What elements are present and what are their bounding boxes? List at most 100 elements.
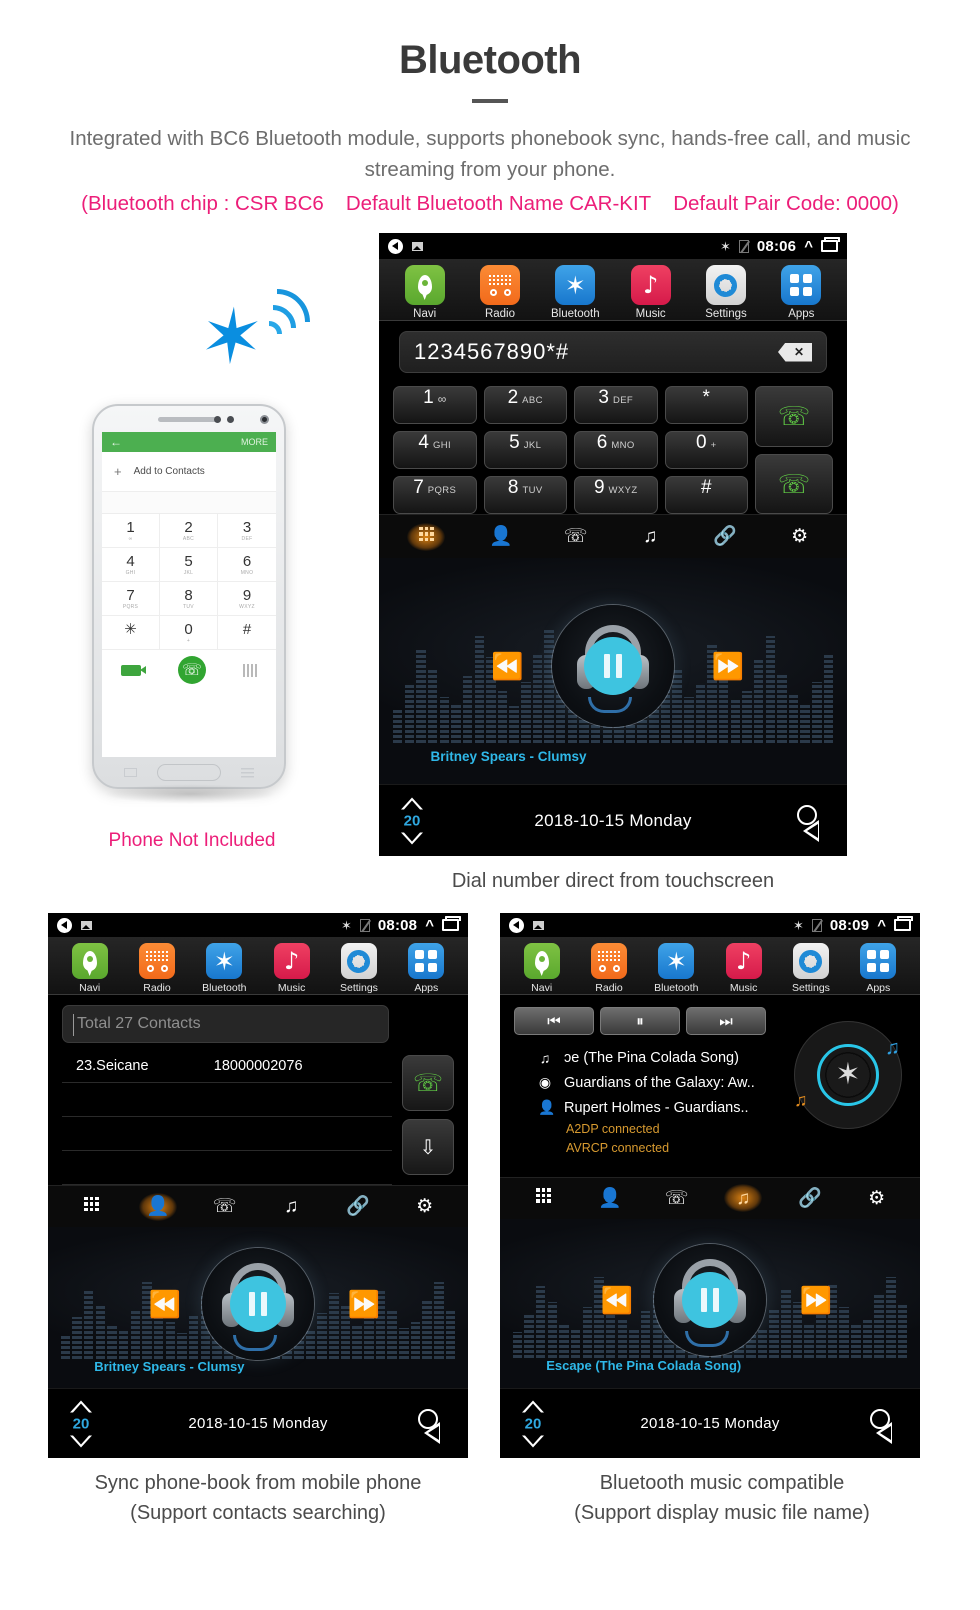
app-bluetooth[interactable]: ✶ Bluetooth [545, 265, 605, 320]
tab-bluetooth-music[interactable]: ♫ [631, 523, 669, 551]
next-button[interactable]: ⏭ [686, 1007, 766, 1035]
previous-track-button[interactable]: ⏪ [149, 1291, 181, 1317]
tab-call-history[interactable]: ☏ [206, 1193, 244, 1221]
back-icon[interactable] [424, 1422, 440, 1444]
phone-key-✳[interactable]: ✳ [102, 616, 160, 650]
play-pause-button[interactable] [682, 1271, 738, 1328]
play-pause-button[interactable] [584, 637, 642, 696]
tab-keypad[interactable] [72, 1193, 110, 1221]
app-bluetooth[interactable]: ✶ Bluetooth [646, 943, 706, 994]
tab-pair-link[interactable]: 🔗 [339, 1193, 377, 1221]
play-pause-button[interactable] [230, 1276, 286, 1333]
chevron-up-icon[interactable]: ^ [804, 239, 813, 254]
app-settings[interactable]: Settings [696, 265, 756, 320]
phone-key-2[interactable]: 2 ABC [160, 514, 218, 548]
app-navi[interactable]: Navi [395, 265, 455, 320]
tab-contacts[interactable]: 👤 [482, 523, 520, 551]
recent-apps-icon[interactable] [442, 916, 461, 931]
app-icon-row[interactable]: Navi Radio ✶ Bluetooth ♪ Music Settings Apps [379, 265, 847, 320]
tab-pair-link[interactable]: 🔗 [791, 1184, 829, 1212]
tab-call-history[interactable]: ☏ [658, 1184, 696, 1212]
app-radio[interactable]: Radio [579, 943, 639, 994]
app-navi[interactable]: Navi [512, 943, 572, 994]
phone-back-key[interactable] [241, 768, 254, 778]
phone-key-7[interactable]: 7 PQRS [102, 582, 160, 616]
tab-pair-link[interactable]: 🔗 [706, 523, 744, 551]
bt-tab-strip[interactable]: 👤 ☏ ♫ 🔗 ⚙ [48, 1185, 468, 1227]
table-row[interactable]: 23.Seicane 18000002076 [62, 1049, 392, 1083]
volume-down-icon[interactable] [401, 832, 423, 844]
dial-keypad[interactable]: 1 ∞ 2 ABC 3 DEF * 4 GHI 5 JKL 6 MNO 0 +7 PQRS 8 TUV 9 WXYZ # [393, 386, 748, 514]
phone-key-0[interactable]: 0 + [160, 616, 218, 650]
key-8[interactable]: 8 TUV [483, 476, 567, 514]
tab-keypad[interactable] [407, 522, 446, 551]
tab-settings[interactable]: ⚙ [781, 523, 819, 551]
backspace-icon[interactable]: ✕ [778, 342, 812, 362]
key-#[interactable]: # [664, 476, 748, 514]
contacts-list[interactable]: 23.Seicane 18000002076... [48, 1043, 406, 1185]
phone-key-5[interactable]: 5 JKL [160, 548, 218, 582]
back-icon[interactable] [876, 1422, 892, 1444]
keyboard-icon[interactable] [243, 663, 258, 677]
key-6[interactable]: 6 MNO [574, 431, 658, 469]
app-navi[interactable]: Navi [60, 943, 120, 994]
video-call-icon[interactable] [120, 664, 146, 676]
app-settings[interactable]: Settings [329, 943, 389, 994]
app-apps[interactable]: Apps [771, 265, 831, 320]
tab-contacts[interactable]: 👤 [591, 1184, 629, 1212]
app-apps[interactable]: Apps [396, 943, 456, 994]
app-icon-row[interactable]: Navi Radio ✶ Bluetooth ♪ Music Settings Apps [48, 943, 468, 994]
phone-key-6[interactable]: 6 MNO [218, 548, 276, 582]
key-*[interactable]: * [664, 386, 748, 424]
tab-bluetooth-music[interactable]: ♫ [272, 1193, 310, 1221]
tab-call-history[interactable]: ☏ [557, 523, 595, 551]
call-button[interactable]: ☏ [402, 1055, 454, 1111]
phone-key-4[interactable]: 4 GHI [102, 548, 160, 582]
chevron-up-icon[interactable]: ^ [877, 918, 886, 933]
key-1[interactable]: 1 ∞ [393, 386, 477, 424]
phone-home-button[interactable] [157, 764, 221, 781]
phone-key-3[interactable]: 3 DEF [218, 514, 276, 548]
app-bluetooth[interactable]: ✶ Bluetooth [194, 943, 254, 994]
app-icon-row[interactable]: Navi Radio ✶ Bluetooth ♪ Music Settings Apps [500, 943, 920, 994]
phone-recents-key[interactable] [124, 768, 137, 777]
app-radio[interactable]: Radio [127, 943, 187, 994]
volume-up-icon[interactable] [401, 797, 423, 809]
key-3[interactable]: 3 DEF [574, 386, 658, 424]
tab-contacts[interactable]: 👤 [138, 1192, 177, 1221]
bt-tab-strip[interactable]: 👤 ☏ ♫ 🔗 ⚙ [500, 1176, 920, 1219]
search-input[interactable]: Total 27 Contacts [62, 1005, 389, 1043]
bt-tab-strip[interactable]: 👤 ☏ ♫ 🔗 ⚙ [379, 514, 847, 558]
chevron-up-icon[interactable]: ^ [425, 918, 434, 933]
call-button[interactable]: ☏ [755, 386, 833, 447]
phone-add-to-contacts-row[interactable]: + Add to Contacts [102, 452, 276, 492]
recent-apps-icon[interactable] [894, 916, 913, 931]
next-track-button[interactable]: ⏩ [347, 1291, 379, 1317]
key-7[interactable]: 7 PQRS [393, 476, 477, 514]
volume-up-icon[interactable] [70, 1400, 92, 1412]
phone-key-8[interactable]: 8 TUV [160, 582, 218, 616]
previous-button[interactable]: ⏮ [514, 1007, 594, 1035]
app-music[interactable]: ♪ Music [621, 265, 681, 320]
phone-more-button[interactable]: MORE [241, 437, 268, 447]
tab-bluetooth-music[interactable]: ♫ [724, 1184, 763, 1212]
volume-down-icon[interactable] [70, 1435, 92, 1447]
tab-settings[interactable]: ⚙ [406, 1193, 444, 1221]
key-9[interactable]: 9 WXYZ [574, 476, 658, 514]
next-track-button[interactable]: ⏩ [712, 653, 744, 679]
key-4[interactable]: 4 GHI [393, 431, 477, 469]
download-contacts-button[interactable]: ⇩ [402, 1119, 454, 1175]
phone-keypad[interactable]: 1 ∞ 2 ABC 3 DEF 4 GHI 5 JKL 6 MNO 7 PQRS 8 TUV 9 WXYZ ✳ 0 +… [102, 514, 276, 650]
phone-key-#[interactable]: # [218, 616, 276, 650]
pause-button[interactable]: ⏸ [600, 1007, 680, 1035]
volume-down-icon[interactable] [522, 1435, 544, 1447]
app-music[interactable]: ♪ Music [714, 943, 774, 994]
volume-up-icon[interactable] [522, 1400, 544, 1412]
app-music[interactable]: ♪ Music [262, 943, 322, 994]
app-apps[interactable]: Apps [848, 943, 908, 994]
key-2[interactable]: 2 ABC [483, 386, 567, 424]
app-settings[interactable]: Settings [781, 943, 841, 994]
recent-apps-icon[interactable] [821, 237, 840, 252]
previous-track-button[interactable]: ⏪ [601, 1287, 633, 1313]
hangup-button[interactable]: ☏ [755, 453, 833, 514]
